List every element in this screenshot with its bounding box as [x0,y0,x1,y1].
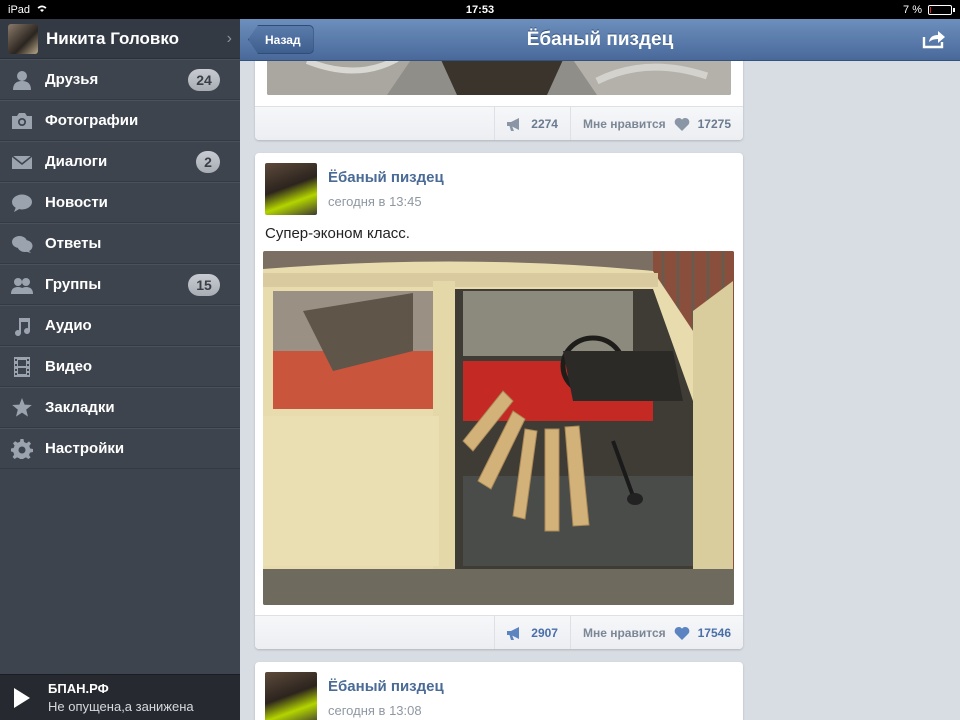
sidebar-item-dialogs[interactable]: Диалоги 2 [0,141,240,182]
star-icon [10,397,34,419]
camera-icon [10,110,34,132]
player-artist: БПАН.РФ [48,681,109,696]
sidebar-item-label: Фотографии [45,112,139,129]
film-icon [10,356,34,378]
groups-count-badge: 15 [188,273,220,296]
post-card: Ёбаный пиздец сегодня в 13:08 [255,662,743,720]
profile-row[interactable]: Никита Головко › [0,19,240,59]
post-card: Ёбаный пиздец сегодня в 13:45 Супер-экон… [255,153,743,649]
clock: 17:53 [465,3,495,16]
post-time: сегодня в 13:45 [328,194,422,209]
like-count: 17275 [697,116,731,131]
page-title: Ёбаный пиздец [526,29,674,50]
avatar [8,23,38,54]
sidebar-item-label: Видео [45,358,93,375]
back-button[interactable]: Назад [248,25,314,54]
like-label: Мне нравится [582,116,666,131]
megaphone-icon [507,117,520,131]
people-icon [10,274,34,296]
gear-icon [10,438,34,460]
repost-count: 2274 [531,116,558,131]
group-avatar[interactable] [265,163,317,215]
sidebar-item-label: Диалоги [45,153,108,170]
like-count: 17546 [697,625,731,640]
speech-bubble-icon [10,192,34,214]
dialogs-count-badge: 2 [196,150,220,173]
sidebar-item-label: Группы [45,276,102,293]
sidebar-item-label: Аудио [45,317,92,334]
sidebar-item-groups[interactable]: Группы 15 [0,264,240,305]
like-button[interactable]: Мне нравится 17546 [569,615,743,649]
megaphone-icon [507,626,520,640]
post-time: сегодня в 13:08 [328,703,422,718]
post-author[interactable]: Ёбаный пиздец [328,169,444,186]
nav-bar: Ёбаный пиздец Назад [240,19,960,61]
wifi-icon [35,3,49,16]
sidebar-item-label: Закладки [45,399,115,416]
envelope-icon [10,151,34,173]
post-author[interactable]: Ёбаный пиздец [328,678,444,695]
sidebar-item-label: Новости [45,194,108,211]
sidebar-item-label: Друзья [45,71,99,88]
audio-player[interactable]: БПАН.РФ Не опущена,а занижена [0,674,240,720]
sidebar-item-label: Ответы [45,235,102,252]
like-button[interactable]: Мне нравится 17275 [569,106,743,140]
device-name: iPad [8,3,31,16]
sidebar-item-label: Настройки [45,440,125,457]
battery-percent: 7 % [903,3,922,16]
sidebar-item-photos[interactable]: Фотографии [0,100,240,141]
post-actions: 2907 Мне нравится 17546 [255,615,743,649]
group-avatar[interactable] [265,672,317,720]
heart-icon [674,626,689,640]
sidebar: Никита Головко › Друзья 24 Фотографии Ди… [0,19,240,720]
person-icon [10,69,34,91]
status-bar: iPad 17:53 7 % [0,0,960,19]
music-note-icon [10,315,34,337]
sidebar-item-audio[interactable]: Аудио [0,305,240,346]
sidebar-item-bookmarks[interactable]: Закладки [0,387,240,428]
share-icon[interactable] [922,29,946,49]
sidebar-item-settings[interactable]: Настройки [0,428,240,469]
profile-name: Никита Головко [46,28,180,48]
post-photo[interactable] [263,251,734,605]
post-text: Супер-эконом класс. [265,225,410,242]
chat-bubbles-icon [10,233,34,255]
sidebar-item-friends[interactable]: Друзья 24 [0,59,240,100]
sidebar-item-news[interactable]: Новости [0,182,240,223]
repost-button[interactable]: 2907 [494,615,570,649]
post-card: 2274 Мне нравится 17275 [255,61,743,140]
repost-button[interactable]: 2274 [494,106,570,140]
news-feed[interactable]: 2274 Мне нравится 17275 Ёбаный пиздец се… [240,61,960,720]
sidebar-item-replies[interactable]: Ответы [0,223,240,264]
sidebar-item-video[interactable]: Видео [0,346,240,387]
like-label: Мне нравится [582,625,666,640]
chevron-right-icon: › [226,29,232,47]
heart-icon [674,117,689,131]
post-photo[interactable] [267,61,731,95]
post-actions: 2274 Мне нравится 17275 [255,106,743,140]
repost-count: 2907 [531,625,558,640]
battery-icon [928,4,955,15]
play-icon[interactable] [14,687,30,708]
friends-count-badge: 24 [188,68,220,91]
player-track: Не опущена,а занижена [48,699,194,714]
